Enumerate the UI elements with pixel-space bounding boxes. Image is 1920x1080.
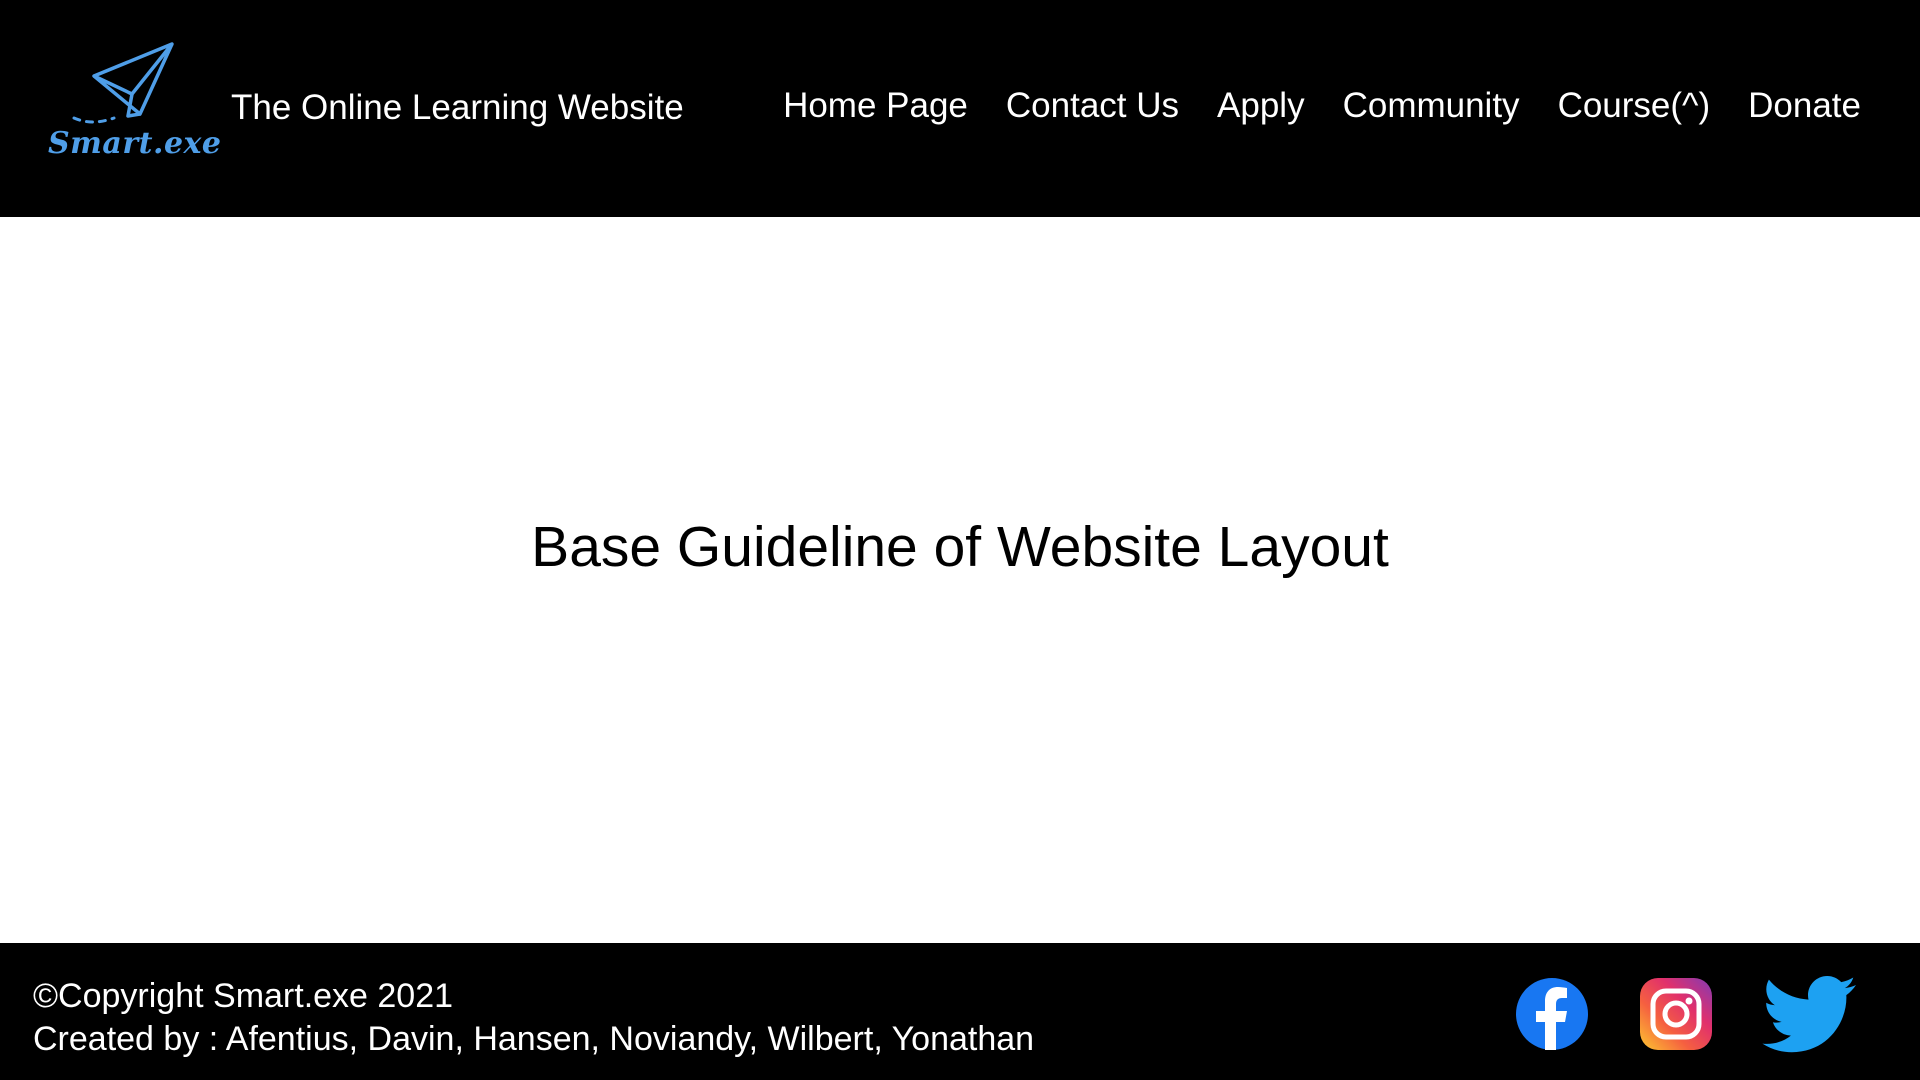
copyright-text: ©Copyright Smart.exe 2021 [33, 977, 454, 1015]
site-header: Smart.exe The Online Learning Website Ho… [0, 0, 1920, 217]
main-nav: Home Page Contact Us Apply Community Cou… [783, 86, 1861, 126]
main-content: Base Guideline of Website Layout [0, 217, 1920, 943]
footer-text: ©Copyright Smart.exe 2021 Created by : A… [33, 975, 1034, 1061]
nav-community[interactable]: Community [1343, 86, 1520, 126]
page-title: Base Guideline of Website Layout [531, 515, 1389, 579]
facebook-icon[interactable] [1514, 976, 1590, 1052]
nav-apply[interactable]: Apply [1217, 86, 1305, 126]
instagram-icon[interactable] [1638, 976, 1714, 1052]
site-footer: ©Copyright Smart.exe 2021 Created by : A… [0, 943, 1920, 1080]
nav-home-page[interactable]: Home Page [783, 86, 968, 126]
credits-text: Created by : Afentius, Davin, Hansen, No… [33, 1020, 1035, 1058]
twitter-icon[interactable] [1758, 976, 1858, 1053]
site-title: The Online Learning Website [231, 88, 684, 127]
paper-plane-icon [72, 42, 174, 124]
nav-contact-us[interactable]: Contact Us [1006, 86, 1179, 126]
nav-donate[interactable]: Donate [1748, 86, 1861, 126]
nav-course[interactable]: Course(^) [1558, 86, 1711, 126]
logo[interactable]: Smart.exe [44, 40, 221, 170]
logo-text: Smart.exe [48, 126, 222, 161]
